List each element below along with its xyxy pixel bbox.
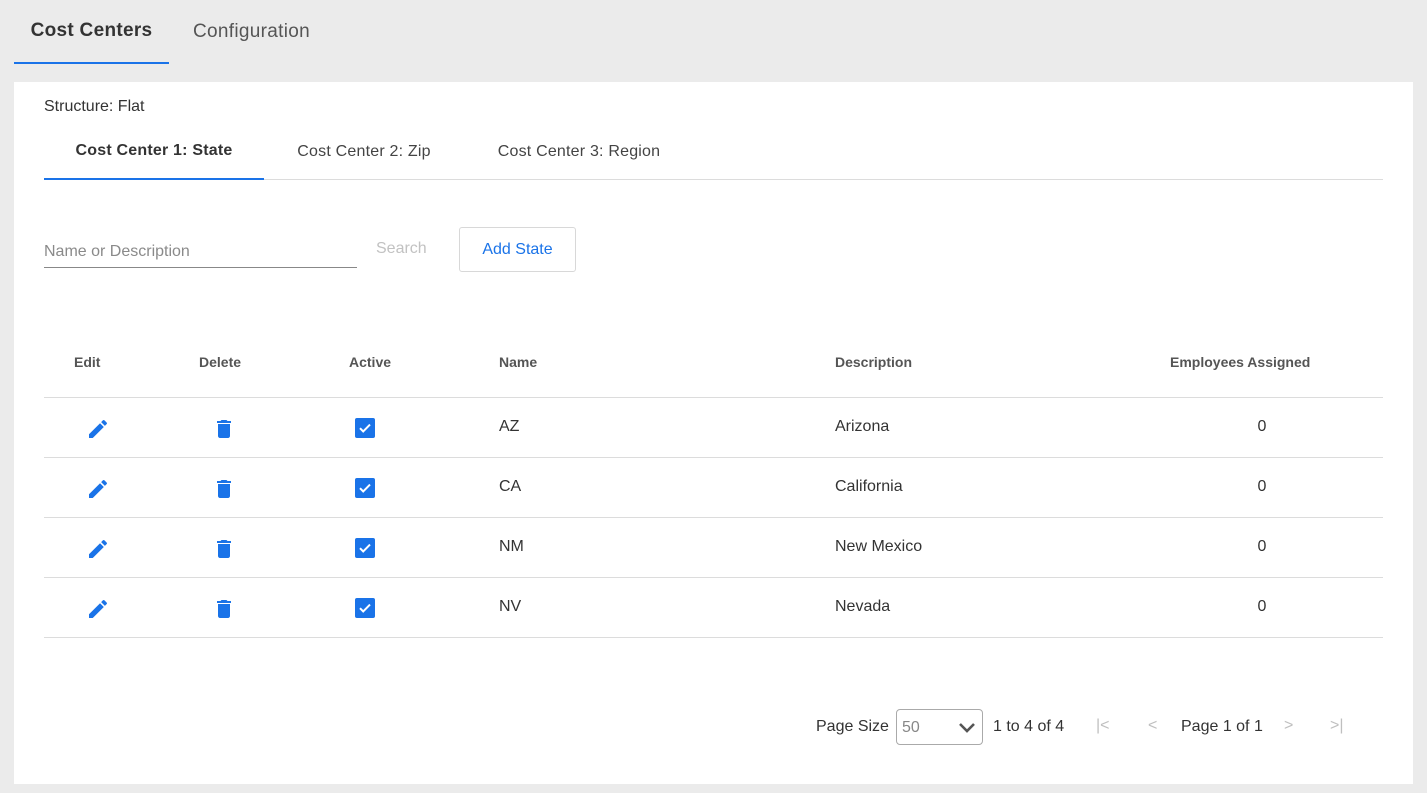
active-checkbox[interactable]	[355, 598, 375, 618]
cell-description: California	[835, 478, 903, 495]
checkbox-checked-icon	[359, 603, 371, 613]
table-row: AZ Arizona 0	[44, 398, 1383, 458]
cell-name: AZ	[499, 418, 520, 435]
cell-employees-assigned: 0	[1257, 598, 1267, 615]
cost-centers-panel: Structure: Flat Cost Center 1: State Cos…	[14, 82, 1413, 784]
cell-description: New Mexico	[835, 538, 923, 555]
tab-configuration[interactable]: Configuration	[169, 0, 334, 64]
search-button[interactable]: Search	[376, 240, 427, 258]
pagination-range: 1 to 4 of 4	[993, 718, 1065, 735]
column-header-active: Active	[349, 354, 392, 370]
cell-description: Nevada	[835, 598, 891, 615]
pencil-icon[interactable]	[86, 417, 110, 441]
pagination-bar: Page Size 50 1 to 4 of 4 |< < Page 1 of …	[14, 708, 1413, 746]
cost-center-tab-bar: Cost Center 1: State Cost Center 2: Zip …	[44, 124, 1383, 180]
tab-cost-center-3[interactable]: Cost Center 3: Region	[464, 124, 694, 180]
cell-employees-assigned: 0	[1257, 418, 1267, 435]
page-size-label: Page Size	[816, 718, 889, 735]
trash-icon[interactable]	[212, 477, 236, 501]
table-row: NM New Mexico 0	[44, 518, 1383, 578]
column-header-name: Name	[499, 354, 538, 370]
column-header-employees-assigned: Employees Assigned	[1170, 354, 1311, 370]
cell-description: Arizona	[835, 418, 890, 435]
tab-cost-center-1[interactable]: Cost Center 1: State	[44, 124, 264, 180]
cost-center-table: Edit Delete Active Name Description Empl…	[44, 328, 1383, 638]
cell-name: NM	[499, 538, 524, 555]
last-page-button[interactable]: >|	[1330, 717, 1344, 735]
trash-icon[interactable]	[212, 597, 236, 621]
column-header-edit: Edit	[74, 354, 101, 370]
add-state-button[interactable]: Add State	[459, 227, 576, 272]
active-checkbox[interactable]	[355, 478, 375, 498]
cell-name: CA	[499, 478, 522, 495]
table-row: NV Nevada 0	[44, 578, 1383, 638]
active-checkbox[interactable]	[355, 418, 375, 438]
table-header: Edit Delete Active Name Description Empl…	[44, 328, 1383, 398]
trash-icon[interactable]	[212, 417, 236, 441]
page-size-value: 50	[902, 719, 920, 736]
top-tab-bar: Cost Centers Configuration	[14, 0, 334, 64]
search-input[interactable]	[44, 236, 357, 268]
trash-icon[interactable]	[212, 537, 236, 561]
chevron-down-icon	[959, 723, 975, 733]
table-row: CA California 0	[44, 458, 1383, 518]
active-checkbox[interactable]	[355, 538, 375, 558]
column-header-delete: Delete	[199, 354, 242, 370]
cell-employees-assigned: 0	[1257, 538, 1267, 555]
pencil-icon[interactable]	[86, 537, 110, 561]
page-indicator: Page 1 of 1	[1181, 718, 1263, 735]
column-header-description: Description	[835, 354, 913, 370]
page-size-select[interactable]: 50	[896, 709, 983, 745]
structure-label: Structure: Flat	[44, 98, 145, 115]
checkbox-checked-icon	[359, 423, 371, 433]
previous-page-button[interactable]: <	[1148, 717, 1157, 735]
cell-employees-assigned: 0	[1257, 478, 1267, 495]
next-page-button[interactable]: >	[1284, 717, 1293, 735]
tab-cost-center-2[interactable]: Cost Center 2: Zip	[264, 124, 464, 180]
tab-cost-centers[interactable]: Cost Centers	[14, 0, 169, 64]
cell-name: NV	[499, 598, 522, 615]
pencil-icon[interactable]	[86, 477, 110, 501]
pencil-icon[interactable]	[86, 597, 110, 621]
first-page-button[interactable]: |<	[1096, 717, 1110, 735]
checkbox-checked-icon	[359, 543, 371, 553]
checkbox-checked-icon	[359, 483, 371, 493]
